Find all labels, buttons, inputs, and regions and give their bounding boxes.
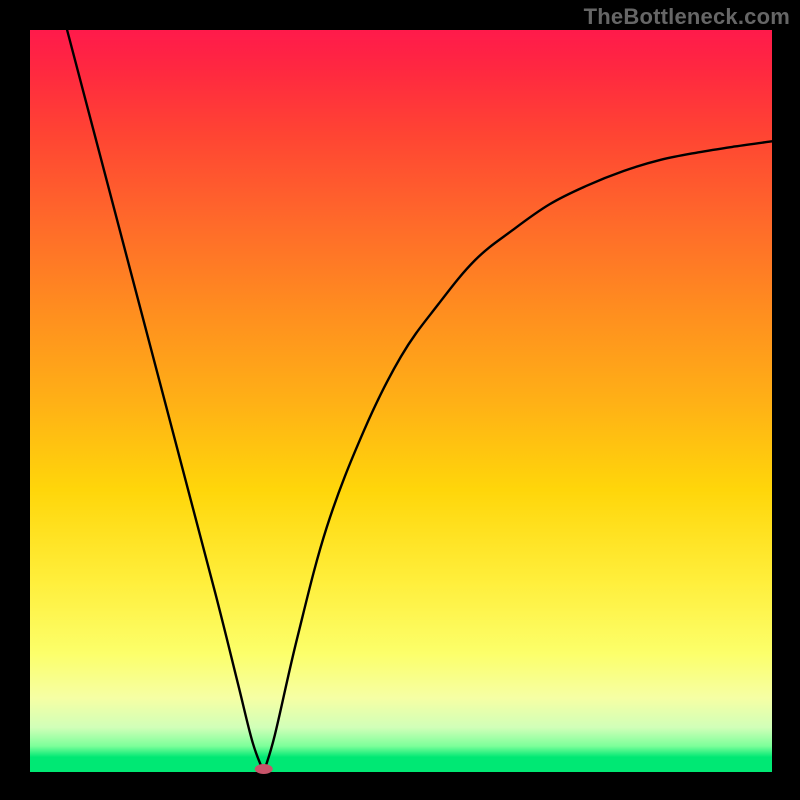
curve-svg <box>30 30 772 772</box>
watermark-text: TheBottleneck.com <box>584 4 790 30</box>
minimum-marker <box>255 764 273 774</box>
curve-left-branch <box>67 30 264 772</box>
chart-frame: TheBottleneck.com <box>0 0 800 800</box>
curve-right-branch <box>264 141 772 772</box>
plot-area <box>30 30 772 772</box>
